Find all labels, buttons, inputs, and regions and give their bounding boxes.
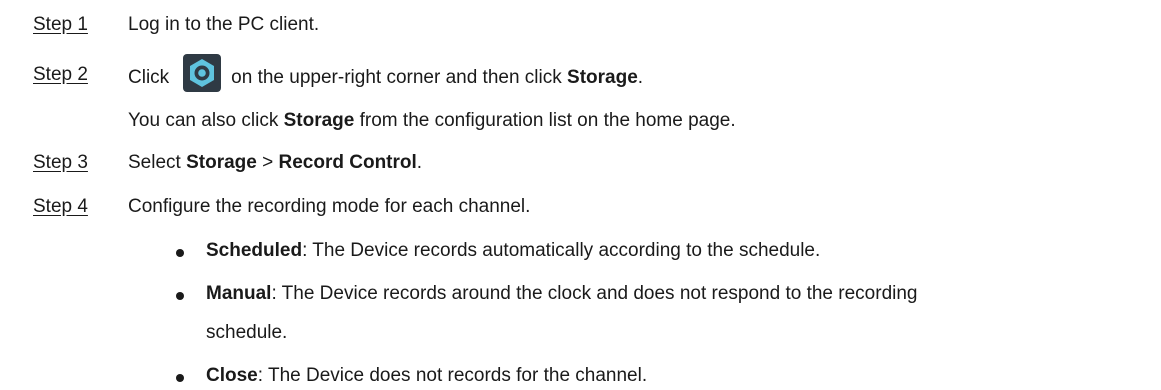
mode-manual-desc-continued: schedule. [206, 322, 288, 343]
mode-manual-desc: : The Device records around the clock an… [271, 283, 918, 304]
step-2-text: Click on the upper-right corner and then… [128, 54, 644, 92]
settings-gear-icon [183, 54, 222, 92]
bullet-dot [176, 292, 184, 300]
step-3-storage-term: Storage [186, 152, 257, 173]
bullet-dot [176, 249, 184, 257]
mode-close-desc: : The Device does not records for the ch… [257, 365, 648, 386]
mode-manual-term: Manual [206, 283, 272, 304]
step-2-note: You can also click Storage from the conf… [128, 110, 736, 132]
step-2-note-storage-term: Storage [283, 110, 355, 131]
step-2-mid-text: on the upper-right corner and then click [231, 67, 568, 89]
step-3-text: Select Storage > Record Control. [128, 152, 422, 174]
step-1-text: Log in to the PC client. [128, 14, 320, 35]
step-2-label: Step 2 [33, 64, 88, 85]
step-3-separator: > [256, 152, 279, 173]
mode-scheduled-desc: : The Device records automatically accor… [302, 240, 821, 261]
step-2-storage-term: Storage [567, 67, 638, 89]
bullet-dot [176, 374, 184, 382]
mode-manual: Manual: The Device records around the cl… [206, 283, 918, 305]
step-3-record-control-term: Record Control [278, 152, 417, 173]
step-3-label: Step 3 [33, 152, 88, 173]
step-2-note-pre: You can also click [128, 110, 284, 131]
step-2-note-post: from the configuration list on the home … [354, 110, 736, 131]
step-2-period: . [637, 67, 644, 89]
mode-close: Close: The Device does not records for t… [206, 365, 647, 387]
mode-scheduled-term: Scheduled [206, 240, 303, 261]
step-3-period: . [416, 152, 423, 173]
step-3-pre: Select [128, 152, 187, 173]
step-4-label: Step 4 [33, 196, 88, 217]
step-4-text: Configure the recording mode for each ch… [128, 196, 531, 217]
mode-scheduled: Scheduled: The Device records automatica… [206, 240, 820, 262]
mode-close-term: Close [206, 365, 258, 386]
step-1-label: Step 1 [33, 14, 88, 35]
step-2-click-word: Click [128, 67, 170, 89]
